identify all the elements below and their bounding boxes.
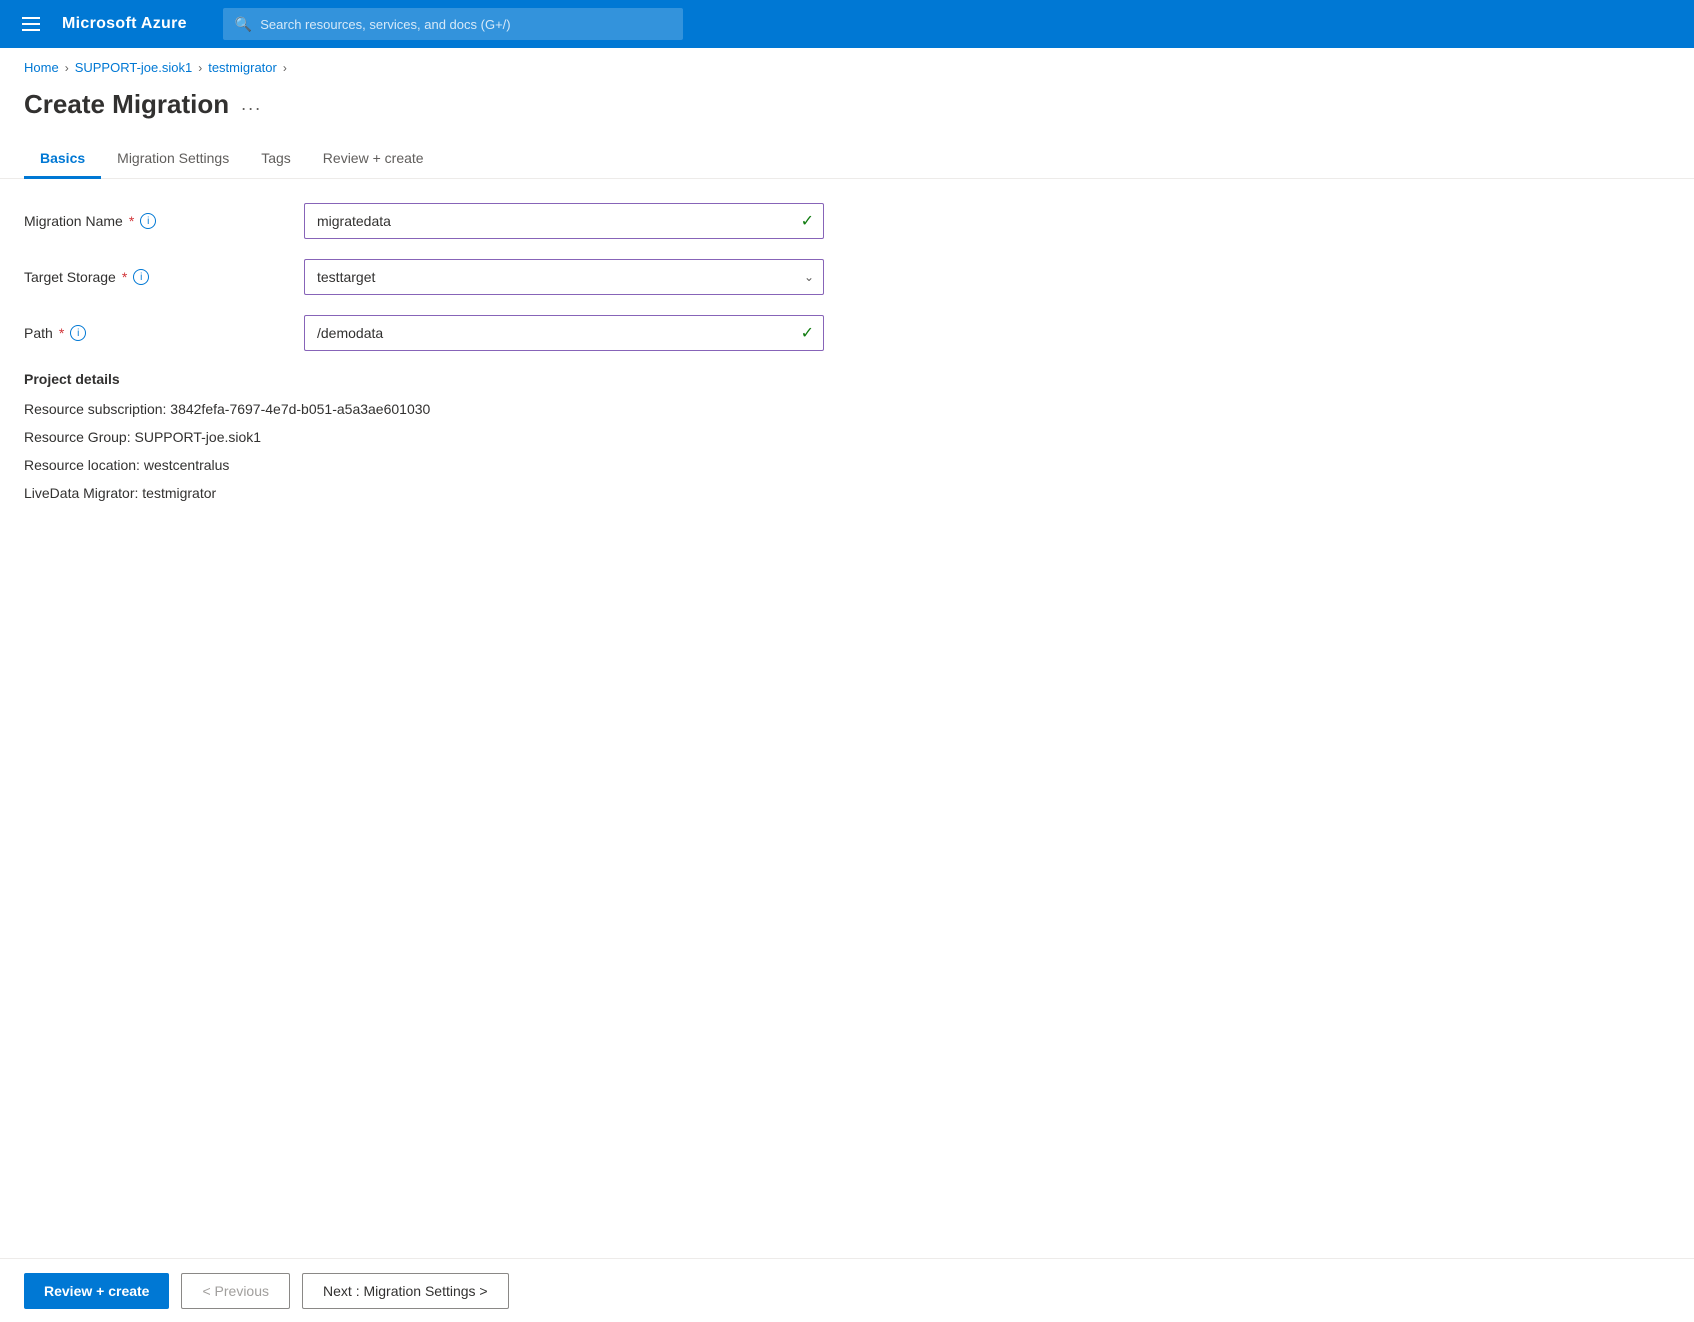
migration-name-info-icon[interactable]: i: [140, 213, 156, 229]
search-input[interactable]: [260, 17, 671, 32]
tabs-container: Basics Migration Settings Tags Review + …: [0, 140, 1694, 179]
next-button[interactable]: Next : Migration Settings >: [302, 1273, 509, 1309]
target-storage-label: Target Storage * i: [24, 269, 304, 285]
path-field: Path * i ✓: [24, 315, 1670, 351]
project-detail-resource-group: Resource Group: SUPPORT-joe.siok1: [24, 429, 1670, 445]
path-info-icon[interactable]: i: [70, 325, 86, 341]
path-label: Path * i: [24, 325, 304, 341]
migration-name-input-wrap: ✓: [304, 203, 824, 239]
breadcrumb-separator-2: ›: [198, 61, 202, 75]
page-title: Create Migration: [24, 89, 229, 120]
more-actions-button[interactable]: ...: [241, 94, 262, 115]
breadcrumb-separator-1: ›: [65, 61, 69, 75]
path-required: *: [59, 325, 64, 341]
path-input-wrap: ✓: [304, 315, 824, 351]
target-storage-select[interactable]: testtarget: [304, 259, 824, 295]
migration-name-input[interactable]: [304, 203, 824, 239]
target-storage-info-icon[interactable]: i: [133, 269, 149, 285]
breadcrumb-support[interactable]: SUPPORT-joe.siok1: [75, 60, 193, 75]
page-header: Create Migration ...: [0, 81, 1694, 140]
project-detail-subscription: Resource subscription: 3842fefa-7697-4e7…: [24, 401, 1670, 417]
tab-migration-settings[interactable]: Migration Settings: [101, 140, 245, 179]
previous-button[interactable]: < Previous: [181, 1273, 290, 1309]
breadcrumb: Home › SUPPORT-joe.siok1 › testmigrator …: [0, 48, 1694, 81]
form-area: Migration Name * i ✓ Target Storage * i …: [0, 203, 1694, 351]
migration-name-required: *: [129, 213, 134, 229]
path-check-icon: ✓: [801, 323, 814, 343]
tab-tags[interactable]: Tags: [245, 140, 307, 179]
project-details: Project details Resource subscription: 3…: [0, 371, 1694, 501]
review-create-button[interactable]: Review + create: [24, 1273, 169, 1309]
footer-bar: Review + create < Previous Next : Migrat…: [0, 1258, 1694, 1322]
search-icon: 🔍: [235, 16, 252, 33]
breadcrumb-current: testmigrator: [208, 60, 277, 75]
project-details-title: Project details: [24, 371, 1670, 387]
target-storage-required: *: [122, 269, 127, 285]
top-navigation: Microsoft Azure 🔍: [0, 0, 1694, 48]
target-storage-input-wrap: testtarget ⌄: [304, 259, 824, 295]
tab-review-create[interactable]: Review + create: [307, 140, 440, 179]
project-detail-location: Resource location: westcentralus: [24, 457, 1670, 473]
breadcrumb-separator-3: ›: [283, 61, 287, 75]
project-detail-livedata: LiveData Migrator: testmigrator: [24, 485, 1670, 501]
migration-name-field: Migration Name * i ✓: [24, 203, 1670, 239]
tab-basics[interactable]: Basics: [24, 140, 101, 179]
path-input[interactable]: [304, 315, 824, 351]
target-storage-dropdown-icon: ⌄: [804, 270, 814, 284]
migration-name-label: Migration Name * i: [24, 213, 304, 229]
nav-brand: Microsoft Azure: [62, 15, 187, 33]
target-storage-field: Target Storage * i testtarget ⌄: [24, 259, 1670, 295]
hamburger-menu[interactable]: [16, 17, 46, 31]
search-bar[interactable]: 🔍: [223, 8, 683, 40]
breadcrumb-home[interactable]: Home: [24, 60, 59, 75]
migration-name-check-icon: ✓: [801, 211, 814, 231]
